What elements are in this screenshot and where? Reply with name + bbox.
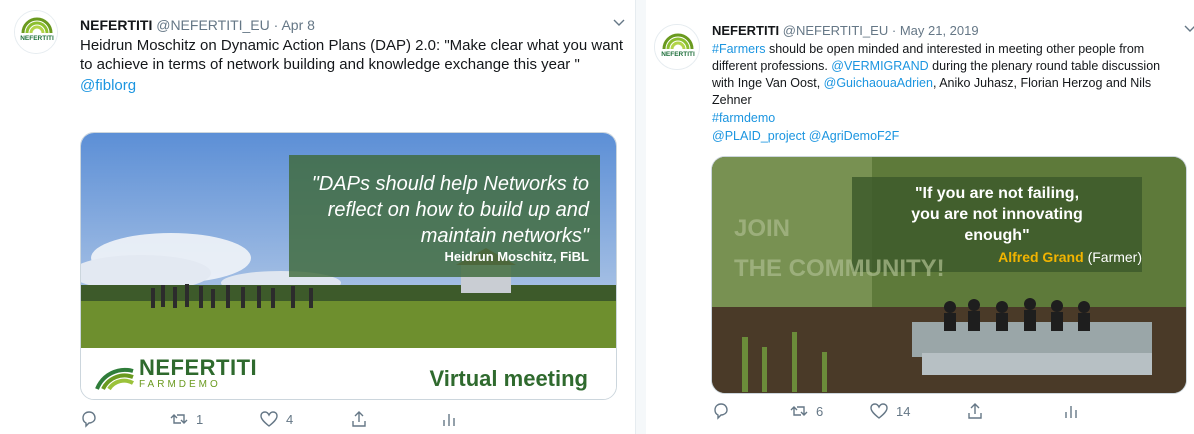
quote-line: enough" <box>964 227 1030 244</box>
retweet-button[interactable]: 1 <box>170 410 260 428</box>
tweet-content: NEFERTITI @NEFERTITI_EU · Apr 8 Heidrun … <box>80 16 625 95</box>
hashtag-link[interactable]: #Farmers <box>712 42 765 56</box>
tweet-content: NEFERTITI @NEFERTITI_EU · May 21, 2019 #… <box>712 22 1194 145</box>
tweet-actions: 6 14 <box>712 402 1132 420</box>
share-icon <box>968 403 982 419</box>
quote-block: "If you are not failing, you are not inn… <box>852 183 1142 246</box>
reply-button[interactable] <box>80 410 170 428</box>
quote-line: "DAPs should help Networks to <box>311 173 589 195</box>
tweet-image[interactable]: "DAPs should help Networks to reflect on… <box>80 132 617 400</box>
separator-dot: · <box>891 23 897 38</box>
mention-link[interactable]: @GuichaouaAdrien <box>824 76 933 90</box>
quote-author: Heidrun Moschitz, FiBL <box>444 249 589 264</box>
author-name[interactable]: NEFERTITI <box>712 23 779 38</box>
author-name[interactable]: NEFERTITI <box>80 17 152 33</box>
retweet-icon <box>790 406 808 416</box>
like-count: 14 <box>896 403 911 419</box>
separator-dot: · <box>273 17 279 33</box>
mention-links[interactable]: @PLAID_project @AgriDemoF2F <box>712 128 1182 145</box>
reply-icon <box>82 411 96 428</box>
quote-block: "DAPs should help Networks to reflect on… <box>289 171 589 249</box>
timeline-gap <box>636 0 646 434</box>
chevron-down-icon[interactable] <box>613 16 625 30</box>
share-button[interactable] <box>966 402 1062 420</box>
analytics-icon <box>443 414 455 426</box>
quote-line: reflect on how to build up and <box>327 199 589 221</box>
analytics-button[interactable] <box>440 410 500 428</box>
tweet-actions: 1 4 <box>80 410 560 428</box>
like-button[interactable]: 14 <box>870 402 966 420</box>
quote-line: "If you are not failing, <box>914 185 1080 202</box>
quote-line: you are not innovating <box>911 206 1083 223</box>
share-icon <box>352 411 366 427</box>
retweet-icon <box>170 414 188 424</box>
author-handle[interactable]: @NEFERTITI_EU <box>783 23 888 38</box>
like-button[interactable]: 4 <box>260 410 350 428</box>
tweet-card[interactable]: NEFERTITI NEFERTITI @NEFERTITI_EU · May … <box>646 0 1194 434</box>
reply-button[interactable] <box>712 402 790 420</box>
farmdemo-arcs-icon <box>95 367 134 391</box>
hashtag-link[interactable]: #farmdemo <box>712 110 1182 127</box>
svg-text:NEFERTITI: NEFERTITI <box>20 35 54 42</box>
analytics-icon <box>1065 406 1077 418</box>
retweet-button[interactable]: 6 <box>790 402 870 420</box>
logo-name: NEFERTITI <box>139 355 258 380</box>
avatar[interactable]: NEFERTITI <box>14 10 58 54</box>
banner-text: Virtual meeting <box>429 366 588 391</box>
chevron-down-icon[interactable] <box>1184 22 1194 36</box>
tweet-text: #Farmers should be open minded and inter… <box>712 41 1182 109</box>
tweet-image[interactable]: JOIN THE COMMUNITY! "If you are not fail… <box>711 156 1187 394</box>
avatar[interactable]: NEFERTITI <box>654 24 700 70</box>
analytics-button[interactable] <box>1062 402 1102 420</box>
logo-sub: FARMDEMO <box>139 379 221 390</box>
nefertiti-logo-icon: NEFERTITI <box>15 11 57 53</box>
quote-author-role: (Farmer) <box>1087 249 1142 265</box>
quote-author: Alfred Grand (Farmer) <box>852 249 1142 265</box>
author-handle[interactable]: @NEFERTITI_EU <box>156 17 270 33</box>
tweet-text: Heidrun Moschitz on Dynamic Action Plans… <box>80 37 624 73</box>
quote-line: maintain networks" <box>420 225 589 247</box>
quote-author-name: Alfred Grand <box>998 249 1084 265</box>
retweet-count: 1 <box>196 411 204 427</box>
tweet-card[interactable]: NEFERTITI NEFERTITI @NEFERTITI_EU · Apr … <box>0 0 636 434</box>
retweet-count: 6 <box>816 403 824 419</box>
like-count: 4 <box>286 411 294 427</box>
nefertiti-logo-icon: NEFERTITI <box>655 25 699 69</box>
share-button[interactable] <box>350 410 440 428</box>
tweet-date[interactable]: May 21, 2019 <box>900 23 979 38</box>
tweet-header: NEFERTITI @NEFERTITI_EU · May 21, 2019 <box>712 22 1182 40</box>
tweet-date[interactable]: Apr 8 <box>281 17 314 33</box>
mention-link[interactable]: @fiblorg <box>80 76 625 95</box>
mention-link[interactable]: @VERMIGRAND <box>831 59 928 73</box>
like-icon <box>870 403 888 419</box>
reply-icon <box>714 403 728 420</box>
tweet-header: NEFERTITI @NEFERTITI_EU · Apr 8 <box>80 16 625 34</box>
svg-text:NEFERTITI: NEFERTITI <box>661 51 695 58</box>
like-icon <box>260 411 278 427</box>
